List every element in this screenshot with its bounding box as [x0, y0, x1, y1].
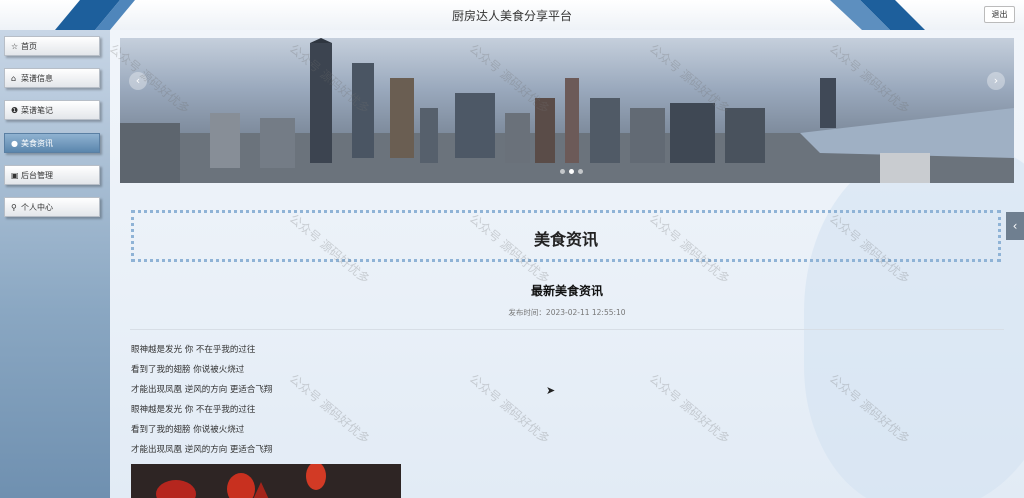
page-title: 厨房达人美食分享平台: [451, 9, 572, 23]
carousel-dot[interactable]: [578, 169, 583, 174]
carousel-dot-active[interactable]: [569, 169, 574, 174]
collapse-side-tab[interactable]: ‹: [1006, 212, 1024, 240]
article-title: 最新美食资讯: [530, 284, 603, 298]
star-icon: ☆: [11, 42, 19, 51]
article-publish-time: 发布时间：2023-02-11 12:55:10: [508, 308, 626, 317]
sidebar-item-label: 首页: [21, 42, 37, 51]
mouse-cursor: ➤: [546, 384, 556, 397]
sidebar: ☆ 首页 ⌂ 菜谱信息 ❶ 菜谱笔记 ● 美食资讯 ▣ 后台管理 ⚲ 个人中心: [0, 30, 110, 498]
dot-icon: ●: [11, 139, 18, 148]
sidebar-item-label: 美食资讯: [21, 139, 53, 148]
carousel-dot[interactable]: [560, 169, 565, 174]
top-bar: 厨房达人美食分享平台 退出: [0, 0, 1024, 31]
divider: [130, 329, 1004, 330]
city-skyline-image: [120, 38, 1014, 183]
article-line: 眼神越是发光 你 不在乎我的过往: [131, 345, 256, 355]
sidebar-item-profile[interactable]: ⚲ 个人中心: [4, 197, 100, 217]
sidebar-item-home[interactable]: ☆ 首页: [4, 36, 100, 56]
sidebar-item-label: 后台管理: [21, 171, 53, 180]
sidebar-item-label: 菜谱信息: [21, 74, 53, 83]
sidebar-item-recipes[interactable]: ⌂ 菜谱信息: [4, 68, 100, 88]
background-shape: [804, 150, 1024, 498]
article-line: 看到了我的翅膀 你说被火烧过: [131, 425, 245, 435]
carousel-next-button[interactable]: ›: [987, 72, 1005, 90]
logout-button[interactable]: 退出: [984, 6, 1015, 23]
banner-carousel[interactable]: ‹ ›: [120, 38, 1014, 183]
section-title: 美食资讯: [533, 230, 598, 249]
sidebar-item-label: 个人中心: [21, 203, 53, 212]
calendar-icon: ▣: [11, 171, 19, 180]
article-line: 才能出现凤凰 逆风的方向 更适合飞翔: [131, 445, 273, 455]
sidebar-item-notes[interactable]: ❶ 菜谱笔记: [4, 100, 100, 120]
crayfish-photo: [131, 464, 401, 498]
article-line: 才能出现凤凰 逆风的方向 更适合飞翔: [131, 385, 273, 395]
sidebar-item-news[interactable]: ● 美食资讯: [4, 133, 100, 153]
bag-icon: ⌂: [11, 74, 17, 83]
carousel-prev-button[interactable]: ‹: [129, 72, 147, 90]
user-icon: ⚲: [11, 203, 17, 212]
article-image: [131, 464, 401, 498]
carousel-indicators: [560, 167, 587, 177]
sidebar-item-admin[interactable]: ▣ 后台管理: [4, 165, 100, 185]
section-title-box: 美食资讯: [131, 210, 1001, 262]
info-icon: ❶: [11, 106, 19, 115]
article-line: 眼神越是发光 你 不在乎我的过往: [131, 405, 256, 415]
article-body: 眼神越是发光 你 不在乎我的过往 看到了我的翅膀 你说被火烧过 才能出现凤凰 逆…: [131, 344, 272, 464]
main-content: ‹ › 美食资讯 最新美食资讯 发布时间：2023-02-11 12:55:10…: [110, 30, 1024, 498]
article-line: 看到了我的翅膀 你说被火烧过: [131, 365, 245, 375]
sidebar-item-label: 菜谱笔记: [21, 106, 53, 115]
